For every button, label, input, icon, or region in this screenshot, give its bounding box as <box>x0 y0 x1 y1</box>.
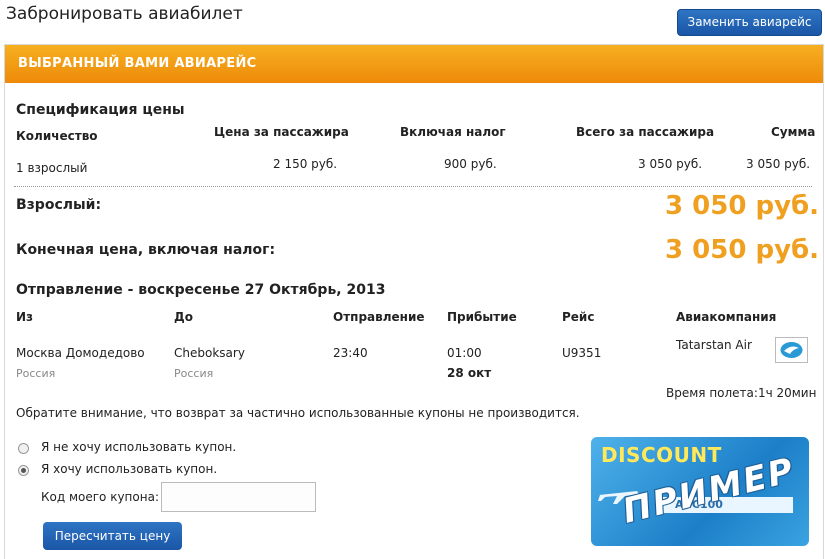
departure-title: Отправление - воскресенье 27 Октябрь, 20… <box>16 282 386 298</box>
col-to: До <box>174 310 193 324</box>
airline-name: Tatarstan Air <box>676 338 752 352</box>
col-from: Из <box>16 310 34 324</box>
from-city: Москва Домодедово <box>16 346 145 360</box>
cell-sum: 3 050 руб. <box>746 157 811 171</box>
cell-total: 3 050 руб. <box>638 157 703 171</box>
arrival-date: 28 окт <box>447 366 492 380</box>
col-quantity: Количество <box>16 129 98 143</box>
discount-coupon-image: DISCOUNT ABC100 ПРИМЕР <box>591 437 809 546</box>
cell-quantity: 1 взрослый <box>16 161 88 175</box>
coupon-code-input[interactable] <box>161 482 316 512</box>
flight-duration: Время полета:1ч 20мин <box>666 386 817 400</box>
col-flight: Рейс <box>562 310 595 324</box>
divider <box>14 186 812 187</box>
price-spec-title: Спецификация цены <box>16 102 185 118</box>
arrival-time: 01:00 <box>447 346 482 360</box>
from-country: Россия <box>16 367 56 380</box>
card-title: DISCOUNT <box>601 443 722 467</box>
final-price-label: Конечная цена, включая налог: <box>16 242 276 258</box>
to-country: Россия <box>174 367 214 380</box>
airline-logo-icon <box>775 337 808 363</box>
coupon-code-label: Код моего купона: <box>41 490 159 504</box>
page-title: Забронировать авиабилет <box>6 4 243 24</box>
col-sum: Сумма <box>771 125 816 139</box>
recalculate-button[interactable]: Пересчитать цену <box>43 522 182 550</box>
to-city: Cheboksary <box>174 346 245 360</box>
change-flight-button[interactable]: Заменить авиарейс <box>677 9 822 36</box>
adult-label: Взрослый: <box>16 197 102 213</box>
col-airline: Авиакомпания <box>676 310 777 324</box>
col-departure: Отправление <box>333 310 425 324</box>
col-total-per-passenger: Всего за пассажира <box>576 125 715 139</box>
departure-time: 23:40 <box>333 346 368 360</box>
refund-notice: Обратите внимание, что возврат за частич… <box>16 406 580 420</box>
no-coupon-label: Я не хочу использовать купон. <box>41 440 237 454</box>
adult-price: 3 050 руб. <box>665 191 820 221</box>
final-price: 3 050 руб. <box>665 235 820 265</box>
col-incl-tax: Включая налог <box>400 125 506 139</box>
radio-use-coupon[interactable] <box>18 465 29 476</box>
cell-price: 2 150 руб. <box>273 157 338 171</box>
use-coupon-label: Я хочу использовать купон. <box>41 462 218 476</box>
radio-no-coupon[interactable] <box>18 443 29 454</box>
col-arrival: Прибытие <box>447 310 517 324</box>
banner-title: ВЫБРАННЫЙ ВАМИ АВИАРЕЙС <box>18 56 257 71</box>
col-price-per-passenger: Цена за пассажира <box>214 125 349 139</box>
flight-number: U9351 <box>562 346 602 360</box>
cell-tax: 900 руб. <box>444 157 497 171</box>
